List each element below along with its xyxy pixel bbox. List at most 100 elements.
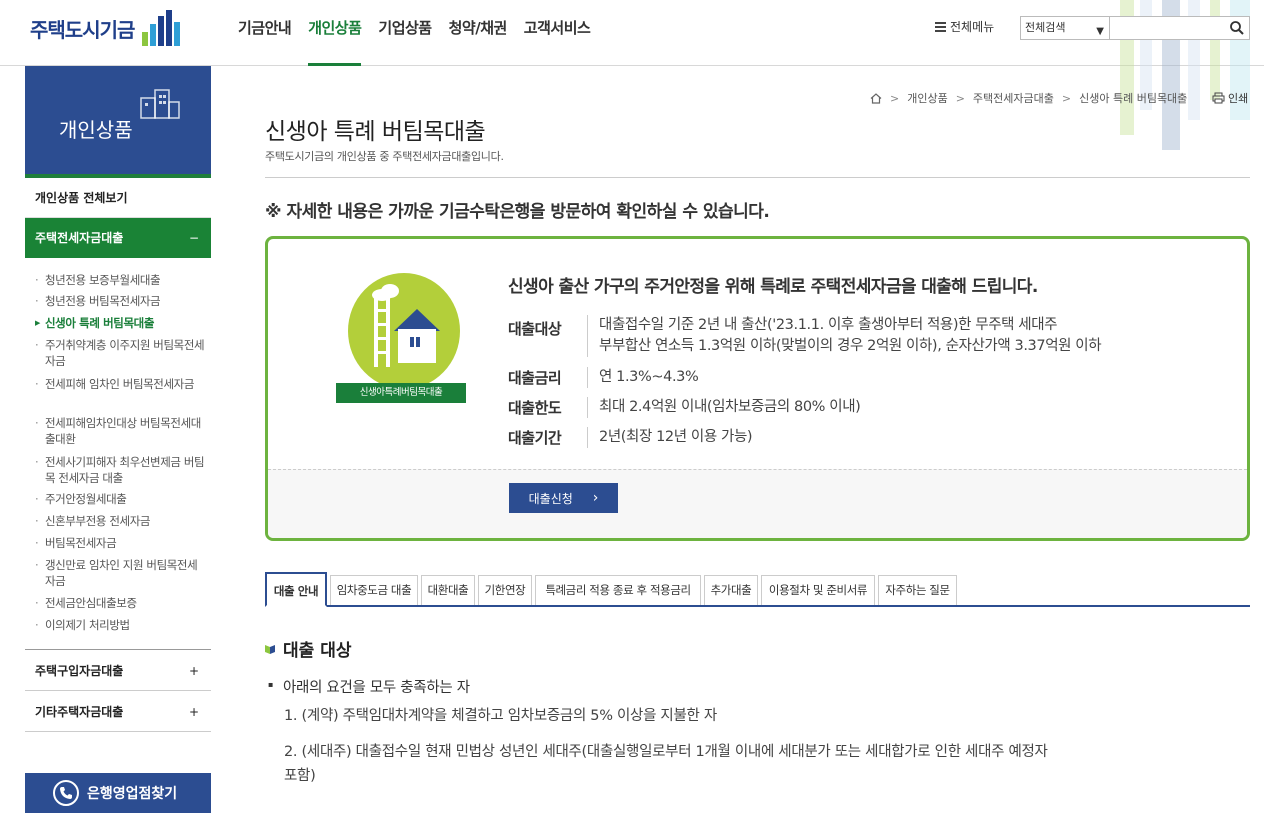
tab-procedure-documents[interactable]: 이용절차 및 준비서류 xyxy=(761,575,875,605)
breadcrumb-separator: > xyxy=(1061,91,1072,105)
apply-loan-button[interactable]: 대출신청 › xyxy=(509,483,618,513)
expand-icon: + xyxy=(188,664,199,678)
building-icon xyxy=(140,89,180,119)
search-scope-select[interactable]: 전체검색 ▼ xyxy=(1020,16,1110,40)
tab-loan-guide[interactable]: 대출 안내 xyxy=(265,572,327,607)
all-menu-label: 전체메뉴 xyxy=(950,20,995,34)
sidebar-subitem[interactable]: 청년전용 보증부월세대출 xyxy=(35,272,207,288)
gnb-corporate-products[interactable]: 기업상품 xyxy=(378,0,432,66)
requirement-item: 2. (세대주) 대출접수일 현재 민법상 성년인 세대주(대출실행일로부터 1… xyxy=(284,744,1048,760)
requirement-item: 1. (계약) 주택임대차계약을 체결하고 임차보증금의 5% 이상을 지불한 … xyxy=(284,708,717,724)
product-info-table: 대출대상 대출접수일 기준 2년 내 출산('23.1.1. 이후 출생아부터 … xyxy=(508,315,1102,448)
print-label: 인쇄 xyxy=(1228,92,1249,105)
search-scope-value: 전체검색 xyxy=(1025,21,1066,34)
gnb-fund-info[interactable]: 기금안내 xyxy=(238,0,292,66)
search-input[interactable] xyxy=(1110,16,1250,40)
sidebar-subitem[interactable]: 신혼부부전용 전세자금 xyxy=(35,513,207,529)
tab-faq[interactable]: 자주하는 질문 xyxy=(878,575,957,605)
section-marker-icon xyxy=(265,644,275,654)
info-row-rate: 대출금리 연 1.3%~4.3% xyxy=(508,367,1101,388)
sidebar-category-purchase[interactable]: 주택구입자금대출 + xyxy=(25,651,211,691)
tab-refinance[interactable]: 대환대출 xyxy=(421,575,475,605)
product-box-footer xyxy=(268,469,1247,538)
sidebar-view-all[interactable]: 개인상품 전체보기 xyxy=(25,178,211,218)
chevron-right-icon: › xyxy=(592,490,599,506)
info-label: 대출기간 xyxy=(508,427,588,448)
sidebar-title: 개인상품 xyxy=(59,118,133,142)
info-row-target: 대출대상 대출접수일 기준 2년 내 출산('23.1.1. 이후 출생아부터 … xyxy=(508,315,1102,357)
logo-mark-icon xyxy=(142,10,186,46)
page-title: 신생아 특례 버팀목대출 xyxy=(265,119,486,145)
find-branch-label: 은행영업점찾기 xyxy=(87,786,178,802)
section-title-text: 대출 대상 xyxy=(283,641,352,661)
sidebar-header: 개인상품 xyxy=(25,66,211,178)
breadcrumb-item-current: 신생아 특례 버팀목대출 xyxy=(1079,92,1188,105)
info-value: 최대 2.4억원 이내(임차보증금의 80% 이내) xyxy=(599,399,861,415)
info-value: 연 1.3%~4.3% xyxy=(599,369,699,385)
sidebar-subitem[interactable]: 이의제기 처리방법 xyxy=(35,617,207,633)
breadcrumb-item[interactable]: 개인상품 xyxy=(907,90,947,106)
sidebar-subitem[interactable]: 갱신만료 임차인 지원 버팀목전세자금 xyxy=(35,557,207,589)
logo-text: 주택도시기금 xyxy=(30,17,135,42)
sidebar-subitem[interactable]: 전세금안심대출보증 xyxy=(35,595,207,611)
info-value-line: 부부합산 연소득 1.3억원 이하(맞벌이의 경우 2억원 이하), 순자산가액… xyxy=(599,338,1102,354)
info-label: 대출금리 xyxy=(508,367,588,388)
site-header: 주택도시기금 기금안내 개인상품 기업상품 청약/채권 고객서비스 전체메뉴 전… xyxy=(0,0,1264,150)
global-nav: 기금안내 개인상품 기업상품 청약/채권 고객서비스 xyxy=(238,0,607,66)
gnb-subscription-bonds[interactable]: 청약/채권 xyxy=(449,0,508,66)
info-value: 대출접수일 기준 2년 내 출산('23.1.1. 이후 출생아부터 적용)한 … xyxy=(588,315,1102,357)
title-divider xyxy=(265,177,1250,178)
hamburger-icon xyxy=(935,21,946,32)
find-branch-button[interactable]: 은행영업점찾기 xyxy=(25,773,211,813)
info-label: 대출한도 xyxy=(508,397,588,418)
gnb-personal-products[interactable]: 개인상품 xyxy=(308,0,362,66)
breadcrumb-separator: > xyxy=(890,91,900,105)
requirement-item-cont: 포함) xyxy=(284,768,316,784)
sidebar-category-label: 주택구입자금대출 xyxy=(35,664,124,678)
sidebar-category-jeonse[interactable]: 주택전세자금대출 − xyxy=(25,218,211,258)
printer-icon xyxy=(1212,92,1225,104)
sidebar-submenu: 청년전용 보증부월세대출 청년전용 버팀목전세자금 신생아 특례 버팀목대출 주… xyxy=(25,258,211,650)
info-row-period: 대출기간 2년(최장 12년 이용 가능) xyxy=(508,427,1101,448)
search-icon[interactable] xyxy=(1229,20,1245,36)
section-bullet-text: 아래의 요건을 모두 충족하는 자 xyxy=(283,680,470,696)
breadcrumb: > 개인상품 > 주택전세자금대출 > 신생아 특례 버팀목대출 xyxy=(870,90,1187,106)
sidebar-category-label: 주택전세자금대출 xyxy=(35,231,124,245)
product-headline: 신생아 출산 가구의 주거안정을 위해 특례로 주택전세자금을 대출해 드립니다… xyxy=(508,277,1038,297)
tab-extension[interactable]: 기한연장 xyxy=(478,575,532,605)
section-title: 대출 대상 xyxy=(265,636,351,661)
sidebar-subitem-active[interactable]: 신생아 특례 버팀목대출 xyxy=(35,315,207,331)
info-value: 2년(최장 12년 이용 가능) xyxy=(599,429,753,445)
content-tabs: 대출 안내 임차중도금 대출 대환대출 기한연장 특례금리 적용 종료 후 적용… xyxy=(265,572,1250,607)
tab-additional-loan[interactable]: 추가대출 xyxy=(704,575,758,605)
sidebar-category-other[interactable]: 기타주택자금대출 + xyxy=(25,692,211,732)
sidebar-subitem[interactable]: 청년전용 버팀목전세자금 xyxy=(35,293,207,309)
sidebar-subitem[interactable]: 전세피해임차인대상 버팀목전세대출대환 xyxy=(35,415,207,447)
phone-icon xyxy=(53,780,79,806)
breadcrumb-item[interactable]: 주택전세자금대출 xyxy=(973,90,1054,106)
gnb-customer-service[interactable]: 고객서비스 xyxy=(524,0,591,66)
notice-text: ※ 자세한 내용은 가까운 기금수탁은행을 방문하여 확인하실 수 있습니다. xyxy=(265,202,770,222)
apply-loan-label: 대출신청 xyxy=(528,491,573,506)
info-row-limit: 대출한도 최대 2.4억원 이내(임차보증금의 80% 이내) xyxy=(508,397,1101,418)
collapse-icon: − xyxy=(188,231,199,245)
sidebar-subitem[interactable]: 전세사기피해자 최우선변제금 버팀목 전세자금 대출 xyxy=(35,454,207,486)
tab-interim-payment[interactable]: 임차중도금 대출 xyxy=(330,575,418,605)
product-summary-box: 신생아특례버팀목대출 신생아 출산 가구의 주거안정을 위해 특례로 주택전세자… xyxy=(265,236,1250,541)
sidebar-subitem[interactable]: 버팀목전세자금 xyxy=(35,535,207,551)
tab-post-rate[interactable]: 특례금리 적용 종료 후 적용금리 xyxy=(535,575,701,605)
print-button[interactable]: 인쇄 xyxy=(1212,90,1248,106)
sidebar-subitem[interactable]: 주거안정월세대출 xyxy=(35,491,207,507)
product-badge: 신생아특례버팀목대출 xyxy=(336,383,466,403)
sidebar-category-label: 기타주택자금대출 xyxy=(35,705,124,719)
info-label: 대출대상 xyxy=(508,315,588,357)
chevron-down-icon: ▼ xyxy=(1096,26,1104,37)
site-logo[interactable]: 주택도시기금 xyxy=(30,10,186,46)
sidebar-subitem[interactable]: 전세피해 임차인 버팀목전세자금 xyxy=(35,376,207,392)
info-value-line: 대출접수일 기준 2년 내 출산('23.1.1. 이후 출생아부터 적용)한 … xyxy=(599,317,1058,333)
all-menu-button[interactable]: 전체메뉴 xyxy=(935,18,994,35)
home-icon[interactable] xyxy=(870,92,882,104)
sidebar-subitem[interactable]: 주거취약계층 이주지원 버팀목전세자금 xyxy=(35,337,207,369)
section-bullet: 아래의 요건을 모두 충족하는 자 xyxy=(268,676,470,697)
breadcrumb-separator: > xyxy=(955,91,965,105)
